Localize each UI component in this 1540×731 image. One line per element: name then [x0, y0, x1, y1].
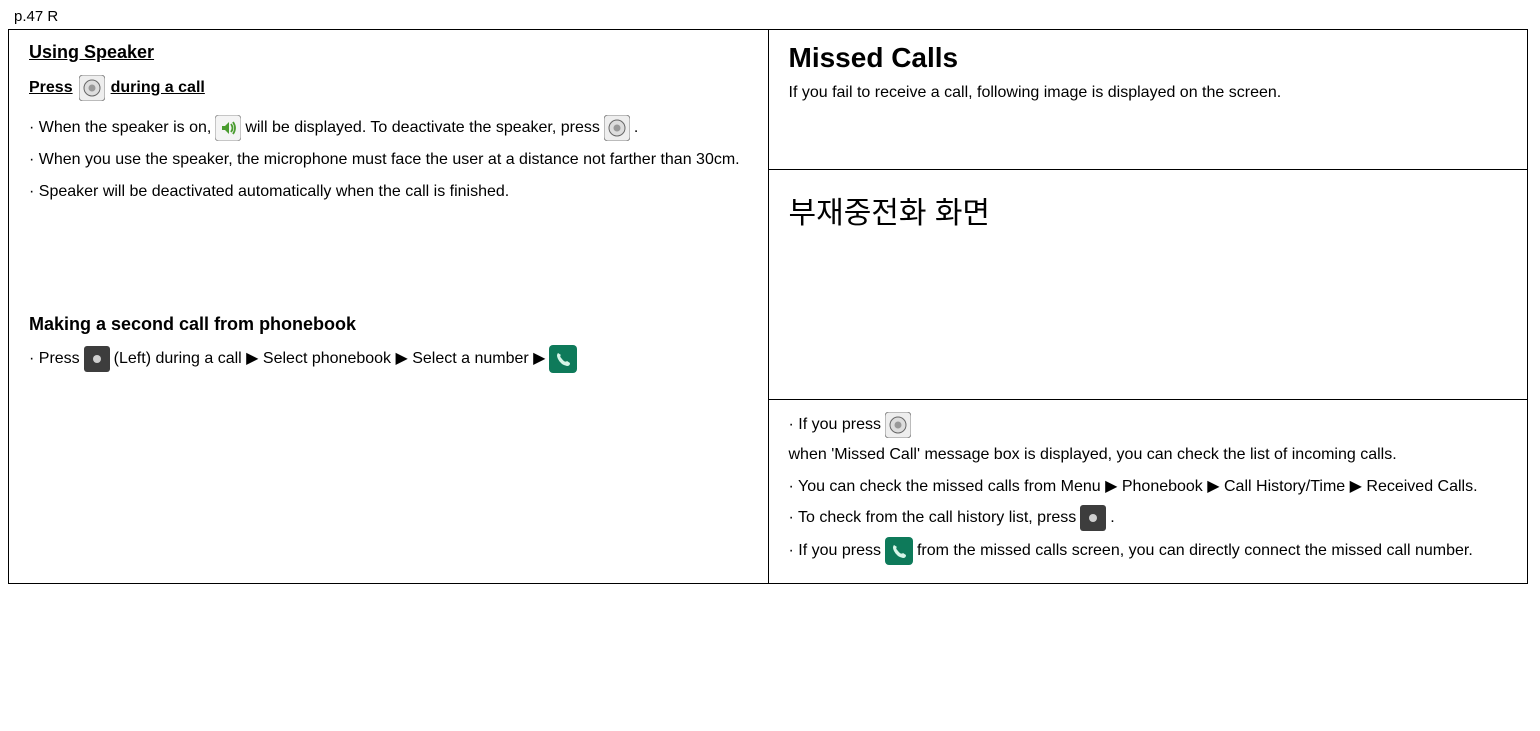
heading-second-call: Making a second call from phonebook — [29, 314, 748, 335]
text: · To check from the call history list, p… — [789, 505, 1077, 531]
bullet-speaker-on: · When the speaker is on, will be displa… — [29, 115, 748, 141]
call-green-icon — [549, 345, 577, 373]
softkey-left-icon — [84, 346, 110, 372]
bullet-direct-connect: · If you press from the missed calls scr… — [789, 537, 1508, 565]
text: will be displayed. To deactivate the spe… — [245, 115, 600, 141]
bullet-mic-distance: · When you use the speaker, the micropho… — [29, 147, 748, 173]
text: · If you press — [789, 538, 881, 564]
heading-using-speaker: Using Speaker — [29, 42, 748, 63]
left-column: Using Speaker Press during a call · When… — [9, 30, 769, 584]
heading-missed-calls: Missed Calls — [789, 42, 1508, 74]
center-button-icon — [885, 412, 911, 438]
text: · Press — [29, 346, 80, 372]
right-top-cell: Missed Calls If you fail to receive a ca… — [768, 30, 1528, 170]
right-bottom-cell: · If you press when 'Missed Call' messag… — [768, 400, 1528, 584]
press-suffix: during a call — [111, 79, 205, 97]
speaker-button-icon — [79, 75, 105, 101]
speaker-active-icon — [215, 115, 241, 141]
text: · If you press — [789, 412, 881, 438]
page-number: p.47 R — [8, 8, 1532, 25]
text: (Left) during a call ▶ Select phonebook … — [114, 346, 546, 372]
press-during-call: Press during a call — [29, 75, 748, 101]
text: from the missed calls screen, you can di… — [917, 538, 1473, 564]
press-prefix: Press — [29, 79, 73, 97]
right-mid-cell: 부재중전화 화면 — [768, 170, 1528, 400]
text: when 'Missed Call' message box is displa… — [789, 442, 1397, 468]
call-green-icon — [885, 537, 913, 565]
text: · When the speaker is on, — [29, 115, 211, 141]
missed-calls-intro: If you fail to receive a call, following… — [789, 80, 1508, 106]
bullet-history-press: · To check from the call history list, p… — [789, 505, 1508, 531]
speaker-button-icon — [604, 115, 630, 141]
page-table: Using Speaker Press during a call · When… — [8, 29, 1528, 584]
text: . — [1110, 505, 1114, 531]
text: . — [634, 115, 638, 141]
bullet-press-check-list: · If you press when 'Missed Call' messag… — [789, 412, 1508, 468]
korean-caption: 부재중전화 화면 — [789, 182, 1508, 232]
bullet-second-call-steps: · Press (Left) during a call ▶ Select ph… — [29, 345, 748, 373]
bullet-menu-path: · You can check the missed calls from Me… — [789, 474, 1508, 500]
softkey-dark-icon — [1080, 505, 1106, 531]
bullet-auto-deactivate: · Speaker will be deactivated automatica… — [29, 179, 748, 205]
